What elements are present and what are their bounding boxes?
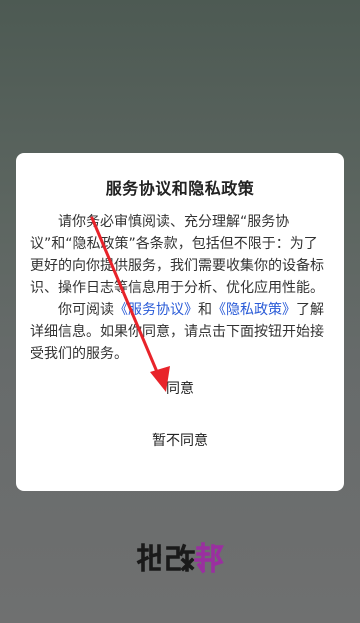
dialog-title: 服务协议和隐私政策 [105,179,255,198]
dialog-body: 请你务必审慎阅读、充分理解“服务协议”和“隐私政策”各条款，包括但不限于：为了更… [30,211,330,365]
agree-button[interactable]: 同意 [16,371,344,407]
privacy-policy-link[interactable]: 《隐私政策》 [212,302,296,318]
paragraph-links-prefix: 你可阅读 [58,302,114,318]
watermark-logo [136,542,224,574]
privacy-dialog: 服务协议和隐私政策 请你务必审慎阅读、充分理解“服务协议”和“隐私政策”各条款，… [16,153,344,491]
paragraph-links: 你可阅读《服务协议》和《隐私政策》了解详细信息。如果你同意，请点击下面按钮开始接… [30,299,330,365]
paragraph-intro: 请你务必审慎阅读、充分理解“服务协议”和“隐私政策”各条款，包括但不限于：为了更… [30,214,324,296]
disagree-button[interactable]: 暂不同意 [16,423,344,459]
service-agreement-link[interactable]: 《服务协议》 [114,302,198,318]
paragraph-links-and: 和 [198,302,212,318]
